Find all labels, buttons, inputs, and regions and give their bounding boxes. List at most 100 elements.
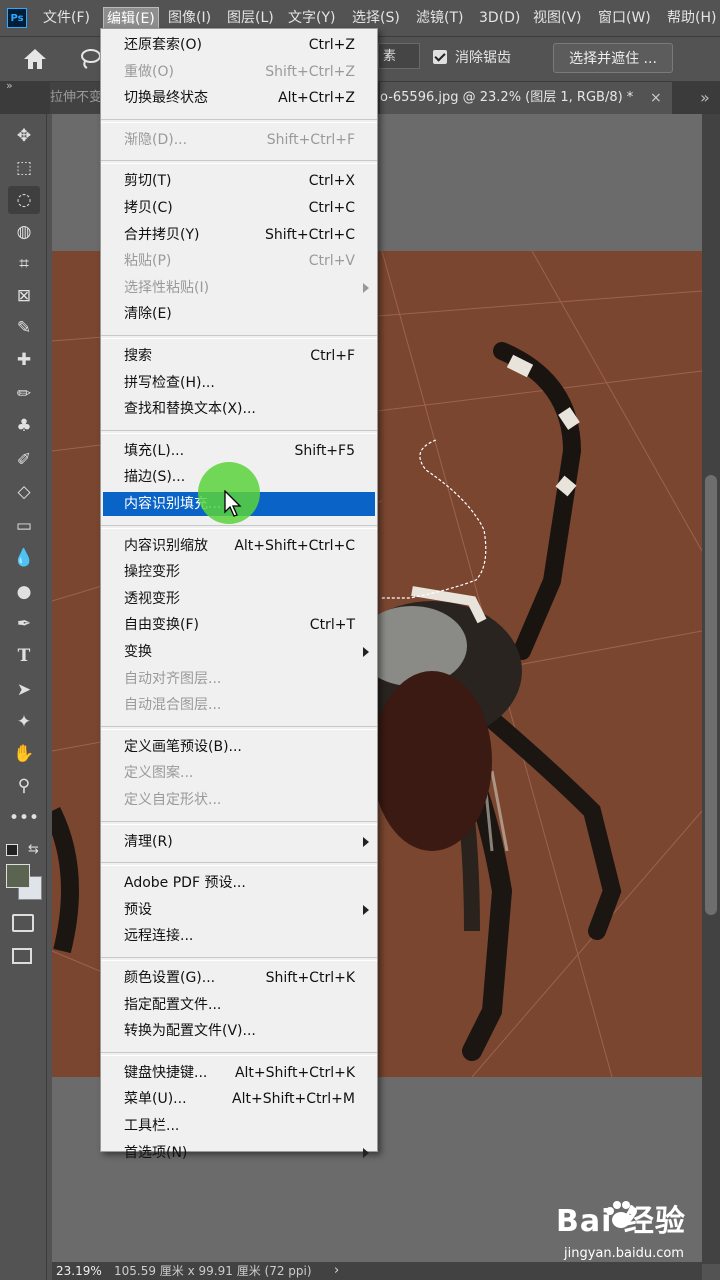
menu-item-5[interactable]: 选择(S) [349, 7, 403, 29]
scrollbar-thumb[interactable] [705, 475, 717, 915]
edit-menu-item[interactable]: 首选项(N) [101, 1141, 377, 1165]
screen-mode-icon[interactable] [12, 948, 32, 964]
baidu-watermark: Bai 经验 jingyan.baidu.com [556, 1196, 716, 1266]
lasso-tool-preset-icon[interactable] [78, 47, 102, 71]
expand-panels-icon[interactable]: » [700, 88, 710, 107]
document-tab-active[interactable]: o-65596.jpg @ 23.2% (图层 1, RGB/8) * [380, 82, 672, 114]
edit-menu-item[interactable]: 透视变形 [101, 587, 377, 611]
menu-item-label: 远程连接... [124, 928, 194, 945]
edit-menu-item[interactable]: 预设 [101, 898, 377, 922]
move-icon[interactable]: ✥ [8, 122, 40, 150]
menu-separator [101, 862, 377, 867]
menu-item-10[interactable]: 帮助(H) [664, 7, 719, 29]
zoom-icon[interactable]: ⚲ [8, 772, 40, 800]
edit-menu-item[interactable]: 工具栏... [101, 1114, 377, 1138]
crop-icon[interactable]: ⌗ [8, 250, 40, 278]
home-icon[interactable] [22, 47, 48, 71]
eraser-icon[interactable]: ◇ [8, 478, 40, 506]
path-select-icon[interactable]: ➤ [8, 676, 40, 704]
anti-alias-checkbox[interactable] [433, 50, 447, 64]
menu-item-3[interactable]: 图层(L) [224, 7, 277, 29]
dodge-icon[interactable]: ● [8, 578, 40, 606]
quick-mask-icon[interactable] [12, 914, 34, 932]
history-brush-icon[interactable]: ✐ [8, 446, 40, 474]
menu-item-6[interactable]: 滤镜(T) [413, 7, 466, 29]
menu-item-8[interactable]: 视图(V) [530, 7, 585, 29]
tab-close-icon[interactable]: × [650, 82, 662, 114]
menu-item-label: 搜索 [124, 348, 152, 364]
edit-menu-item[interactable]: 内容识别缩放 Alt+Shift+Ctrl+C [101, 534, 377, 558]
menu-item-4[interactable]: 文字(Y) [285, 7, 338, 29]
menu-item-shortcut: Shift+Ctrl+C [265, 226, 355, 243]
menu-item-label: 自由变换(F) [124, 617, 199, 634]
gradient-icon[interactable]: ▭ [8, 512, 40, 540]
edit-menu-item[interactable]: 清除(E) [101, 302, 377, 326]
stamp-icon[interactable]: ♣ [8, 412, 40, 440]
type-icon[interactable]: T [8, 642, 40, 670]
more-tools-icon[interactable]: ••• [8, 804, 40, 832]
edit-menu-item[interactable]: 清理(R) [101, 830, 377, 854]
document-tab-inactive[interactable]: 拉伸不变 [50, 82, 102, 114]
edit-menu-item[interactable]: 指定配置文件... [101, 993, 377, 1017]
healing-icon[interactable]: ✚ [8, 346, 40, 374]
menu-item-label: 合并拷贝(Y) [124, 226, 200, 243]
hand-icon[interactable]: ✋ [8, 740, 40, 768]
foreground-color-swatch[interactable] [6, 864, 30, 888]
menu-item-label: Adobe PDF 预设... [124, 875, 246, 892]
edit-menu-item[interactable]: 搜索 Ctrl+F [101, 344, 377, 368]
collapse-toolbar-icon[interactable]: » [6, 79, 13, 92]
edit-menu-item[interactable]: 变换 [101, 640, 377, 664]
menu-item-label: 预设 [124, 901, 152, 918]
menu-item-7[interactable]: 3D(D) [476, 7, 523, 29]
menu-item-shortcut: Ctrl+X [308, 173, 355, 190]
menu-separator [101, 725, 377, 730]
blur-icon[interactable]: 💧 [8, 544, 40, 572]
marquee-icon[interactable]: ⬚ [8, 154, 40, 182]
edit-menu-item[interactable]: 切换最终状态 Alt+Ctrl+Z [101, 86, 377, 110]
menu-edit[interactable]: 编辑(E) [103, 7, 159, 29]
pen-icon[interactable]: ✒ [8, 610, 40, 638]
brush-icon[interactable]: ✏ [8, 380, 40, 408]
menu-item-label: 指定配置文件... [124, 996, 222, 1013]
edit-menu-item[interactable]: Adobe PDF 预设... [101, 871, 377, 895]
quick-select-icon[interactable]: ◍ [8, 218, 40, 246]
edit-menu-item[interactable]: 转换为配置文件(V)... [101, 1019, 377, 1043]
shape-icon[interactable]: ✦ [8, 708, 40, 736]
edit-menu-item[interactable]: 拷贝(C) Ctrl+C [101, 196, 377, 220]
edit-menu-item[interactable]: 合并拷贝(Y) Shift+Ctrl+C [101, 223, 377, 247]
menu-item-label: 透视变形 [124, 590, 180, 607]
lasso-icon[interactable]: ◌ [8, 186, 40, 214]
submenu-arrow-icon [363, 836, 369, 847]
select-and-mask-button[interactable]: 选择并遮住 ... [553, 43, 673, 73]
edit-menu-item: 自动混合图层... [101, 693, 377, 717]
edit-menu-item[interactable]: 键盘快捷键... Alt+Shift+Ctrl+K [101, 1061, 377, 1085]
menu-item-0[interactable]: 文件(F) [40, 7, 93, 29]
zoom-level[interactable]: 23.19% [56, 1262, 102, 1280]
feather-input[interactable]: 素 [378, 43, 420, 69]
edit-menu-item[interactable]: 菜单(U)... Alt+Shift+Ctrl+M [101, 1087, 377, 1111]
edit-menu-item[interactable]: 填充(L)... Shift+F5 [101, 439, 377, 463]
frame-icon[interactable]: ⊠ [8, 282, 40, 310]
swap-colors-icon[interactable]: ⇆ [28, 842, 39, 857]
submenu-arrow-icon [363, 282, 369, 293]
menu-item-9[interactable]: 窗口(W) [595, 7, 654, 29]
default-colors-icon[interactable] [6, 844, 18, 856]
menu-item-shortcut: Alt+Shift+Ctrl+K [234, 1064, 355, 1081]
status-menu-arrow[interactable]: › [334, 1262, 339, 1280]
edit-menu-item[interactable]: 查找和替换文本(X)... [101, 397, 377, 421]
menu-item-label: 查找和替换文本(X)... [124, 401, 256, 418]
menu-item-label: 内容识别缩放 [124, 537, 208, 554]
edit-menu-item[interactable]: 剪切(T) Ctrl+X [101, 169, 377, 193]
edit-menu-item[interactable]: 颜色设置(G)... Shift+Ctrl+K [101, 966, 377, 990]
menu-item-label: 清除(E) [124, 306, 172, 323]
menu-item-2[interactable]: 图像(I) [165, 7, 214, 29]
edit-menu-item[interactable]: 拼写检查(H)... [101, 371, 377, 395]
edit-menu-item[interactable]: 还原套索(O) Ctrl+Z [101, 33, 377, 57]
edit-menu-item[interactable]: 自由变换(F) Ctrl+T [101, 613, 377, 637]
edit-menu-item[interactable]: 定义画笔预设(B)... [101, 735, 377, 759]
menu-item-label: 定义画笔预设(B)... [124, 738, 242, 755]
eyedropper-icon[interactable]: ✎ [8, 314, 40, 342]
edit-menu-item[interactable]: 操控变形 [101, 560, 377, 584]
edit-menu-item[interactable]: 远程连接... [101, 924, 377, 948]
menu-item-shortcut: Ctrl+T [309, 617, 355, 634]
